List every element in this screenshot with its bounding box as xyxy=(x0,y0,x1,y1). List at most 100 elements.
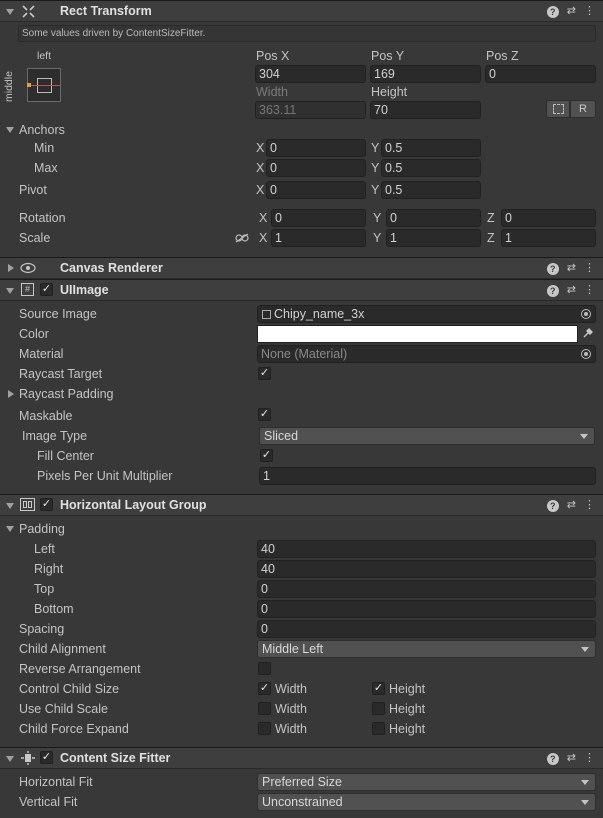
anchor-presets-button[interactable] xyxy=(27,68,61,102)
reverse-arrangement-checkbox[interactable] xyxy=(258,662,271,675)
padding-label[interactable]: Padding xyxy=(19,522,65,536)
material-field[interactable]: None (Material) xyxy=(257,345,596,363)
pos-z-field[interactable]: 0 xyxy=(485,65,596,83)
horizontal-fit-dropdown[interactable]: Preferred Size xyxy=(257,773,596,791)
object-picker-icon[interactable] xyxy=(581,309,591,319)
padding-foldout-icon[interactable] xyxy=(6,526,14,532)
object-picker-icon[interactable] xyxy=(581,349,591,359)
eyedropper-icon[interactable] xyxy=(582,327,594,339)
control-child-height-checkbox[interactable]: ✓ xyxy=(372,682,385,695)
z-axis-label: Z xyxy=(487,231,495,245)
image-type-value: Sliced xyxy=(264,429,299,443)
raycast-padding-foldout-icon[interactable] xyxy=(8,390,14,398)
child-force-expand-width-checkbox[interactable] xyxy=(258,722,271,735)
pixels-per-unit-field[interactable]: 1 xyxy=(259,467,596,485)
pos-x-field[interactable]: 304 xyxy=(255,65,366,83)
raycast-padding-label[interactable]: Raycast Padding xyxy=(19,387,114,401)
raycast-target-checkbox[interactable]: ✓ xyxy=(258,367,271,380)
maskable-checkbox[interactable]: ✓ xyxy=(258,408,271,421)
anchor-max-x-field[interactable]: 0 xyxy=(266,159,366,177)
use-child-scale-height-checkbox[interactable] xyxy=(372,702,385,715)
reverse-arrangement-label: Reverse Arrangement xyxy=(19,662,141,676)
more-menu-icon[interactable]: ⋮ xyxy=(584,4,595,18)
horizontal-fit-label: Horizontal Fit xyxy=(19,775,93,789)
rect-transform-header[interactable]: Rect Transform ? ⇄ ⋮ xyxy=(0,0,603,22)
child-force-expand-height-checkbox[interactable] xyxy=(372,722,385,735)
foldout-arrow-icon[interactable] xyxy=(6,756,14,762)
more-menu-icon[interactable]: ⋮ xyxy=(584,261,595,275)
dropdown-arrow-icon xyxy=(580,434,588,439)
anchor-min-x-field[interactable]: 0 xyxy=(266,139,366,157)
presets-icon[interactable]: ⇄ xyxy=(567,283,576,297)
source-image-label: Source Image xyxy=(19,307,97,321)
help-icon[interactable]: ? xyxy=(546,753,559,765)
anchors-foldout-icon[interactable] xyxy=(6,127,14,133)
spacing-field[interactable]: 0 xyxy=(257,620,596,638)
help-icon[interactable]: ? xyxy=(546,263,559,275)
control-child-width-checkbox[interactable]: ✓ xyxy=(258,682,271,695)
rotation-y-field[interactable]: 0 xyxy=(386,209,481,227)
blueprint-mode-button[interactable] xyxy=(546,100,570,118)
anchors-label[interactable]: Anchors xyxy=(19,123,65,137)
component-enabled-checkbox[interactable]: ✓ xyxy=(40,751,53,764)
horizontal-layout-group-header[interactable]: ✓ Horizontal Layout Group ? ⇄ ⋮ xyxy=(0,494,603,516)
scale-x-field[interactable]: 1 xyxy=(271,229,366,247)
more-menu-icon[interactable]: ⋮ xyxy=(584,283,595,297)
foldout-arrow-icon[interactable] xyxy=(8,264,14,272)
canvas-renderer-header[interactable]: Canvas Renderer ? ⇄ ⋮ xyxy=(0,257,603,279)
use-child-scale-width-checkbox[interactable] xyxy=(258,702,271,715)
help-icon[interactable]: ? xyxy=(546,6,559,18)
presets-icon[interactable]: ⇄ xyxy=(567,751,576,765)
presets-icon[interactable]: ⇄ xyxy=(567,4,576,18)
control-child-height-label: Height xyxy=(389,682,426,696)
more-menu-icon[interactable]: ⋮ xyxy=(584,498,595,512)
vertical-fit-dropdown[interactable]: Unconstrained xyxy=(257,793,596,811)
pos-y-field[interactable]: 169 xyxy=(370,65,481,83)
pos-z-label: Pos Z xyxy=(486,49,519,63)
foldout-arrow-icon[interactable] xyxy=(6,288,14,294)
pivot-y-field[interactable]: 0.5 xyxy=(381,181,481,199)
height-field[interactable]: 70 xyxy=(370,101,481,119)
y-axis-label: Y xyxy=(371,161,380,175)
scale-y-field[interactable]: 1 xyxy=(386,229,481,247)
use-child-scale-width-label: Width xyxy=(275,702,307,716)
help-icon[interactable]: ? xyxy=(546,285,559,297)
rotation-z-field[interactable]: 0 xyxy=(501,209,596,227)
rotation-label: Rotation xyxy=(19,211,66,225)
padding-right-field[interactable]: 40 xyxy=(257,560,596,578)
raw-edit-button[interactable]: R xyxy=(570,100,596,118)
maskable-label: Maskable xyxy=(19,409,73,423)
anchor-max-y-field[interactable]: 0.5 xyxy=(381,159,481,177)
color-swatch[interactable] xyxy=(257,325,578,343)
more-menu-icon[interactable]: ⋮ xyxy=(584,751,595,765)
scale-z-field[interactable]: 1 xyxy=(501,229,596,247)
dropdown-arrow-icon xyxy=(581,780,589,785)
content-size-fitter-header[interactable]: ✓ Content Size Fitter ? ⇄ ⋮ xyxy=(0,747,603,769)
source-image-field[interactable]: Chipy_name_3x xyxy=(257,305,596,323)
padding-bottom-field[interactable]: 0 xyxy=(257,600,596,618)
pivot-label: Pivot xyxy=(19,183,47,197)
foldout-arrow-icon[interactable] xyxy=(6,503,14,509)
anchor-min-y-field[interactable]: 0.5 xyxy=(381,139,481,157)
padding-left-field[interactable]: 40 xyxy=(257,540,596,558)
image-component-icon: # xyxy=(21,283,34,296)
component-enabled-checkbox[interactable]: ✓ xyxy=(40,283,53,296)
pivot-x-field[interactable]: 0 xyxy=(266,181,366,199)
help-icon[interactable]: ? xyxy=(546,500,559,512)
constrain-proportions-icon[interactable] xyxy=(235,233,249,243)
foldout-arrow-icon[interactable] xyxy=(6,9,14,15)
ui-image-header[interactable]: # ✓ UIImage ? ⇄ ⋮ xyxy=(0,279,603,301)
presets-icon[interactable]: ⇄ xyxy=(567,498,576,512)
presets-icon[interactable]: ⇄ xyxy=(567,261,576,275)
child-alignment-dropdown[interactable]: Middle Left xyxy=(257,640,596,658)
component-title: Content Size Fitter xyxy=(60,751,171,765)
component-enabled-checkbox[interactable]: ✓ xyxy=(40,498,53,511)
rotation-x-field[interactable]: 0 xyxy=(271,209,366,227)
fill-center-checkbox[interactable]: ✓ xyxy=(260,449,273,462)
use-child-scale-height-label: Height xyxy=(389,702,426,716)
image-type-dropdown[interactable]: Sliced xyxy=(259,427,595,445)
material-label: Material xyxy=(19,347,64,361)
y-axis-label: Y xyxy=(373,231,382,245)
rect-transform-icon xyxy=(22,5,35,18)
padding-top-field[interactable]: 0 xyxy=(257,580,596,598)
